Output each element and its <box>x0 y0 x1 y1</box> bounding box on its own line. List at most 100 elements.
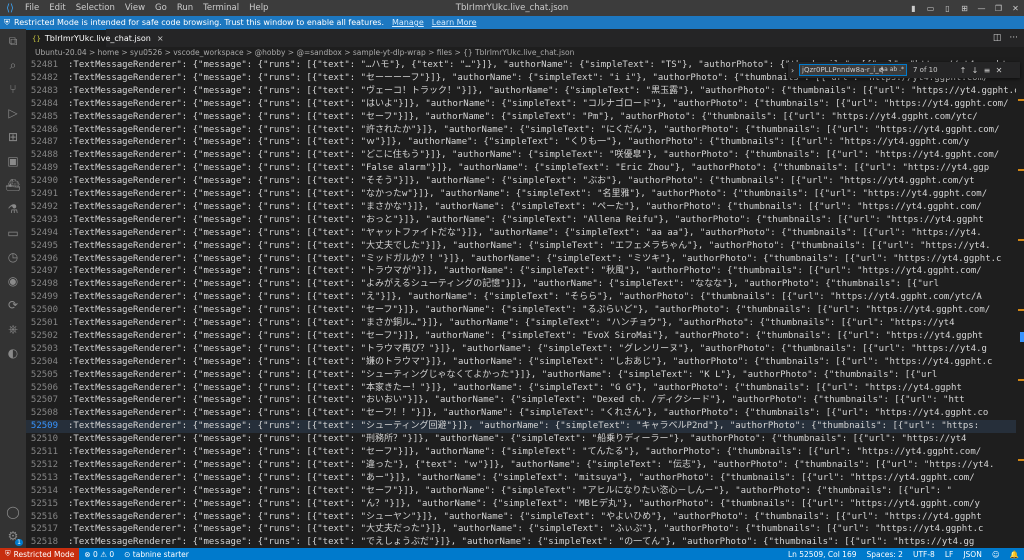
code-line[interactable]: 52505:TextMessageRenderer": {"message": … <box>26 369 1024 382</box>
restricted-mode-indicator[interactable]: ⛨ Restricted Mode <box>0 548 80 560</box>
github-icon[interactable]: ◉ <box>0 269 26 293</box>
find-in-selection-icon[interactable]: ≡ <box>981 66 993 75</box>
overview-ruler[interactable] <box>1016 59 1024 548</box>
code-line[interactable]: 52488:TextMessageRenderer": {"message": … <box>26 149 1024 162</box>
menu-file[interactable]: File <box>20 0 44 16</box>
code-line[interactable]: 52506:TextMessageRenderer": {"message": … <box>26 382 1024 395</box>
live-share-icon[interactable]: ⟳ <box>0 293 26 317</box>
code-editor[interactable]: 52481 :TextMessageRenderer": {"message": … <box>26 59 1024 548</box>
close-tab-icon[interactable]: × <box>157 34 164 43</box>
tab-live-chat-json[interactable]: {} TbIrImrYUkc.live_chat.json × <box>26 29 164 47</box>
toggle-secondary-sidebar-icon[interactable]: ▯ <box>939 4 956 13</box>
manage-gear-icon[interactable]: ⚙ 1 <box>0 524 26 548</box>
code-line[interactable]: 52518:TextMessageRenderer": {"message": … <box>26 536 1024 548</box>
code-line[interactable]: 52498:TextMessageRenderer": {"message": … <box>26 278 1024 291</box>
close-window-icon[interactable]: ✕ <box>1007 4 1024 13</box>
code-line[interactable]: 52513:TextMessageRenderer": {"message": … <box>26 472 1024 485</box>
code-line[interactable]: 52486:TextMessageRenderer": {"message": … <box>26 124 1024 137</box>
menu-view[interactable]: View <box>120 0 150 16</box>
code-line[interactable]: 52501:TextMessageRenderer": {"message": … <box>26 317 1024 330</box>
timeline-icon[interactable]: ◷ <box>0 245 26 269</box>
line-number: 52498 <box>30 279 58 290</box>
line-code: :TextMessageRenderer": {"message": {"run… <box>68 318 955 328</box>
menu-go[interactable]: Go <box>150 0 172 16</box>
search-icon[interactable]: ⌕ <box>0 53 26 77</box>
menu-help[interactable]: Help <box>244 0 273 16</box>
code-line[interactable]: 52499:TextMessageRenderer": {"message": … <box>26 291 1024 304</box>
code-line[interactable]: 52504:TextMessageRenderer": {"message": … <box>26 356 1024 369</box>
edge-devtools-icon[interactable]: ◐ <box>0 341 26 365</box>
toggle-panel-icon[interactable]: ▭ <box>922 4 939 13</box>
code-line[interactable]: 52492:TextMessageRenderer": {"message": … <box>26 201 1024 214</box>
code-line[interactable]: 52511:TextMessageRenderer": {"message": … <box>26 446 1024 459</box>
run-debug-icon[interactable]: ▷ <box>0 101 26 125</box>
customize-layout-icon[interactable]: ⊞ <box>956 4 973 13</box>
code-line[interactable]: 52502:TextMessageRenderer": {"message": … <box>26 330 1024 343</box>
breadcrumb[interactable]: Ubuntu-20.04 > home > syu0526 > vscode_w… <box>26 47 1024 59</box>
menu-selection[interactable]: Selection <box>71 0 120 16</box>
remote-explorer-icon[interactable]: ▣ <box>0 149 26 173</box>
code-line[interactable]: 52514:TextMessageRenderer": {"message": … <box>26 485 1024 498</box>
restore-icon[interactable]: ❐ <box>990 4 1007 13</box>
indentation[interactable]: Spaces: 2 <box>862 550 908 559</box>
code-line[interactable]: 52483:TextMessageRenderer": {"message": … <box>26 85 1024 98</box>
code-line[interactable]: 52507:TextMessageRenderer": {"message": … <box>26 394 1024 407</box>
next-match-icon[interactable]: ↓ <box>969 66 981 75</box>
code-line[interactable]: 52484:TextMessageRenderer": {"message": … <box>26 98 1024 111</box>
split-editor-icon[interactable]: ◫ <box>993 33 1002 43</box>
code-line[interactable]: 52516:TextMessageRenderer": {"message": … <box>26 511 1024 524</box>
find-input[interactable]: jQzr0PLLPnndw8a-r_i_q Aa ab .* <box>799 64 907 76</box>
problems-indicator[interactable]: ⊗ 0 ⚠ 0 <box>79 550 119 559</box>
line-number: 52510 <box>30 434 58 445</box>
encoding[interactable]: UTF-8 <box>908 550 940 559</box>
explorer-icon[interactable]: ⧉ <box>0 29 26 53</box>
code-line[interactable]: 52489:TextMessageRenderer": {"message": … <box>26 162 1024 175</box>
manage-link[interactable]: Manage <box>392 18 424 27</box>
tabnine-indicator[interactable]: ⊙ tabnine starter <box>119 550 194 559</box>
code-line[interactable]: 52500:TextMessageRenderer": {"message": … <box>26 304 1024 317</box>
scroll-position-marker <box>1020 332 1024 342</box>
source-control-icon[interactable]: ⑂ <box>0 77 26 101</box>
menu-edit[interactable]: Edit <box>44 0 70 16</box>
menu-run[interactable]: Run <box>172 0 198 16</box>
language-mode[interactable]: JSON <box>958 550 987 559</box>
code-line[interactable]: 52497:TextMessageRenderer": {"message": … <box>26 265 1024 278</box>
minimize-icon[interactable]: — <box>973 4 990 13</box>
code-line[interactable]: 52490:TextMessageRenderer": {"message": … <box>26 175 1024 188</box>
toggle-sidebar-icon[interactable]: ▮ <box>905 4 922 13</box>
cursor-position[interactable]: Ln 52509, Col 169 <box>783 550 862 559</box>
code-line[interactable]: 52509:TextMessageRenderer": {"message": … <box>26 420 1024 434</box>
extensions-icon[interactable]: ⊞ <box>0 125 26 149</box>
more-actions-icon[interactable]: ··· <box>1009 33 1018 43</box>
code-line[interactable]: 52491:TextMessageRenderer": {"message": … <box>26 188 1024 201</box>
line-number: 52481 <box>30 60 58 70</box>
menu-terminal[interactable]: Terminal <box>198 0 244 16</box>
learn-more-link[interactable]: Learn More <box>432 18 477 27</box>
code-line[interactable]: 52503:TextMessageRenderer": {"message": … <box>26 343 1024 356</box>
bookmark-icon[interactable]: ▭ <box>0 221 26 245</box>
line-number: 52488 <box>30 150 58 161</box>
code-line[interactable]: 52515:TextMessageRenderer": {"message": … <box>26 498 1024 511</box>
find-options[interactable]: Aa ab .* <box>880 65 904 75</box>
code-line[interactable]: 52494:TextMessageRenderer": {"message": … <box>26 227 1024 240</box>
code-line[interactable]: 52496:TextMessageRenderer": {"message": … <box>26 253 1024 266</box>
notifications-icon[interactable]: 🔔 <box>1005 550 1024 559</box>
code-line[interactable]: 52512:TextMessageRenderer": {"message": … <box>26 459 1024 472</box>
code-line[interactable]: 52495:TextMessageRenderer": {"message": … <box>26 240 1024 253</box>
code-line[interactable]: 52510:TextMessageRenderer": {"message": … <box>26 433 1024 446</box>
testing-icon[interactable]: ⚗ <box>0 197 26 221</box>
menu-bar: File Edit Selection View Go Run Terminal… <box>20 0 273 16</box>
kubernetes-icon[interactable]: ⎈ <box>0 317 26 341</box>
toggle-replace-icon[interactable]: › <box>791 66 799 75</box>
code-line[interactable]: 52487:TextMessageRenderer": {"message": … <box>26 136 1024 149</box>
code-line[interactable]: 52485:TextMessageRenderer": {"message": … <box>26 111 1024 124</box>
accounts-icon[interactable]: ◯ <box>0 500 26 524</box>
code-line[interactable]: 52517:TextMessageRenderer": {"message": … <box>26 523 1024 536</box>
code-line[interactable]: 52493:TextMessageRenderer": {"message": … <box>26 214 1024 227</box>
close-find-icon[interactable]: ✕ <box>993 66 1005 75</box>
feedback-icon[interactable]: ☺ <box>987 550 1005 559</box>
docker-icon[interactable]: ⛴ <box>0 173 26 197</box>
code-line[interactable]: 52508:TextMessageRenderer": {"message": … <box>26 407 1024 420</box>
previous-match-icon[interactable]: ↑ <box>957 66 969 75</box>
end-of-line[interactable]: LF <box>940 550 959 559</box>
